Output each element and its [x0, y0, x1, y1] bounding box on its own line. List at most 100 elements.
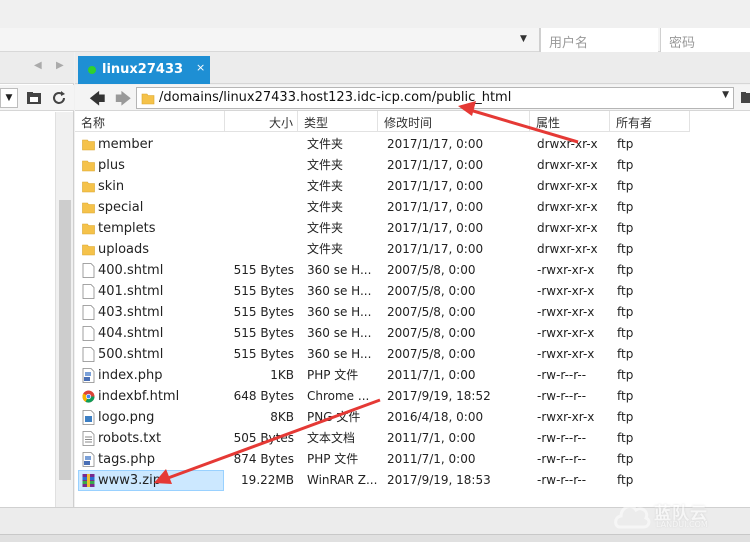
- file-type: 文件夹: [307, 137, 344, 151]
- file-owner: ftp: [617, 473, 634, 487]
- file-icon: [82, 305, 95, 320]
- folder-icon: [82, 244, 95, 256]
- file-row[interactable]: indexbf.html 648 Bytes Chrome ... 2017/9/19…: [75, 386, 750, 407]
- file-row[interactable]: templets 文件夹 2017/1/17, 0:00 drwxr-xr-x ftp: [75, 218, 750, 239]
- tab-linux27433[interactable]: linux27433 ×: [78, 56, 210, 84]
- file-modified: 2017/1/17, 0:00: [387, 179, 484, 193]
- column-header-type[interactable]: 类型: [298, 111, 378, 132]
- file-type: WinRAR Z...: [307, 473, 378, 487]
- column-header-owner[interactable]: 所有者: [610, 111, 690, 132]
- window-top-strip: [0, 0, 750, 28]
- file-row[interactable]: logo.png 8KB PNG 文件 2016/4/18, 0:00 -rwxr-xr…: [75, 407, 750, 428]
- file-icon: [82, 263, 95, 278]
- host-dropdown-arrow-icon[interactable]: ▼: [520, 34, 527, 44]
- tab-scroll-right-icon[interactable]: ▶: [56, 60, 64, 71]
- local-drive-dropdown[interactable]: ▼: [0, 88, 18, 108]
- file-row[interactable]: 401.shtml 515 Bytes 360 se H... 2007/5/8, 0…: [75, 281, 750, 302]
- path-input[interactable]: /domains/linux27433.host123.idc-icp.com/…: [136, 87, 734, 109]
- file-type: Chrome ...: [307, 389, 370, 403]
- column-header-modified[interactable]: 修改时间: [378, 111, 530, 132]
- file-owner: ftp: [617, 368, 634, 382]
- file-icon: [82, 326, 95, 341]
- refresh-icon[interactable]: [50, 89, 68, 107]
- file-type: 文件夹: [307, 179, 344, 193]
- file-row[interactable]: plus 文件夹 2017/1/17, 0:00 drwxr-xr-x ftp: [75, 155, 750, 176]
- file-type: 360 se H...: [307, 326, 372, 340]
- file-name: 400.shtml: [98, 263, 164, 278]
- file-permissions: -rw-r--r--: [537, 473, 587, 487]
- image-file-icon: [82, 410, 95, 425]
- watermark-subtext: LANDUI.COM: [656, 520, 708, 529]
- file-type: PHP 文件: [307, 368, 359, 382]
- file-permissions: -rwxr-xr-x: [537, 305, 595, 319]
- file-permissions: -rw-r--r--: [537, 431, 587, 445]
- file-size: 19.22MB: [241, 473, 294, 487]
- transfer-header: [0, 534, 750, 542]
- column-header-name[interactable]: 名称: [75, 111, 225, 132]
- file-row[interactable]: member 文件夹 2017/1/17, 0:00 drwxr-xr-x ftp: [75, 134, 750, 155]
- file-row[interactable]: 500.shtml 515 Bytes 360 se H... 2007/5/8, 0…: [75, 344, 750, 365]
- file-permissions: drwxr-xr-x: [537, 137, 598, 151]
- file-name: www3.zip: [98, 473, 161, 488]
- file-size: 648 Bytes: [233, 389, 294, 403]
- file-owner: ftp: [617, 179, 634, 193]
- file-type: 360 se H...: [307, 347, 372, 361]
- local-scrollbar[interactable]: [55, 112, 73, 507]
- file-permissions: -rwxr-xr-x: [537, 347, 595, 361]
- file-permissions: -rwxr-xr-x: [537, 410, 595, 424]
- cloud-logo-icon: [614, 504, 651, 529]
- file-type: PHP 文件: [307, 452, 359, 466]
- username-input[interactable]: 用户名: [540, 28, 658, 52]
- file-row[interactable]: tags.php 874 Bytes PHP 文件 2011/7/1, 0:00 -rw…: [75, 449, 750, 470]
- file-row[interactable]: 400.shtml 515 Bytes 360 se H... 2007/5/8, 0…: [75, 260, 750, 281]
- password-input[interactable]: 密码: [660, 28, 750, 52]
- file-owner: ftp: [617, 389, 634, 403]
- file-modified: 2017/1/17, 0:00: [387, 221, 484, 235]
- file-modified: 2007/5/8, 0:00: [387, 305, 476, 319]
- file-permissions: drwxr-xr-x: [537, 158, 598, 172]
- column-header-size[interactable]: 大小: [225, 111, 298, 132]
- file-row[interactable]: special 文件夹 2017/1/17, 0:00 drwxr-xr-x ftp: [75, 197, 750, 218]
- php-file-icon: [82, 368, 95, 383]
- file-modified: 2011/7/1, 0:00: [387, 452, 476, 466]
- file-size: 515 Bytes: [233, 305, 294, 319]
- folder-open-icon[interactable]: [25, 89, 43, 107]
- file-modified: 2017/1/17, 0:00: [387, 242, 484, 256]
- file-size: 1KB: [270, 368, 294, 382]
- file-icon: [82, 347, 95, 362]
- tab-scroll-left-icon[interactable]: ◀: [34, 60, 42, 71]
- file-icon: [82, 284, 95, 299]
- file-row[interactable]: 404.shtml 515 Bytes 360 se H... 2007/5/8, 0…: [75, 323, 750, 344]
- file-modified: 2016/4/18, 0:00: [387, 410, 484, 424]
- local-tabbar: ◀ ▶: [0, 52, 74, 84]
- file-row[interactable]: skin 文件夹 2017/1/17, 0:00 drwxr-xr-x ftp: [75, 176, 750, 197]
- file-permissions: -rw-r--r--: [537, 452, 587, 466]
- file-name: tags.php: [98, 452, 155, 467]
- file-owner: ftp: [617, 431, 634, 445]
- file-size: [226, 155, 294, 176]
- file-name: special: [98, 200, 144, 215]
- local-pane: ◀ ▶ ▼: [0, 52, 74, 507]
- file-modified: 2007/5/8, 0:00: [387, 347, 476, 361]
- file-modified: 2017/9/19, 18:52: [387, 389, 491, 403]
- file-row[interactable]: robots.txt 505 Bytes 文本文档 2011/7/1, 0:00 -rw…: [75, 428, 750, 449]
- file-size: [226, 176, 294, 197]
- local-scrollbar-thumb[interactable]: [59, 200, 71, 480]
- file-owner: ftp: [617, 263, 634, 277]
- column-header-attributes[interactable]: 属性: [530, 111, 610, 132]
- file-owner: ftp: [617, 221, 634, 235]
- remote-file-list: 名称 大小 类型 修改时间 属性 所有者 member 文件夹 2017/1/17,…: [75, 111, 750, 507]
- file-modified: 2017/9/19, 18:53: [387, 473, 491, 487]
- folder-open-icon[interactable]: [740, 89, 750, 105]
- close-icon[interactable]: ×: [196, 61, 205, 74]
- path-dropdown-arrow-icon[interactable]: ▼: [722, 90, 729, 100]
- file-size: [226, 197, 294, 218]
- file-name: index.php: [98, 368, 163, 383]
- file-modified: 2011/7/1, 0:00: [387, 431, 476, 445]
- file-row[interactable]: 403.shtml 515 Bytes 360 se H... 2007/5/8, 0…: [75, 302, 750, 323]
- file-row[interactable]: uploads 文件夹 2017/1/17, 0:00 drwxr-xr-x ftp: [75, 239, 750, 260]
- file-row[interactable]: index.php 1KB PHP 文件 2011/7/1, 0:00 -rw-r--r…: [75, 365, 750, 386]
- file-row[interactable]: www3.zip 19.22MB WinRAR Z... 2017/9/19, 18:…: [75, 470, 750, 491]
- file-name: uploads: [98, 242, 150, 257]
- file-modified: 2017/1/17, 0:00: [387, 137, 484, 151]
